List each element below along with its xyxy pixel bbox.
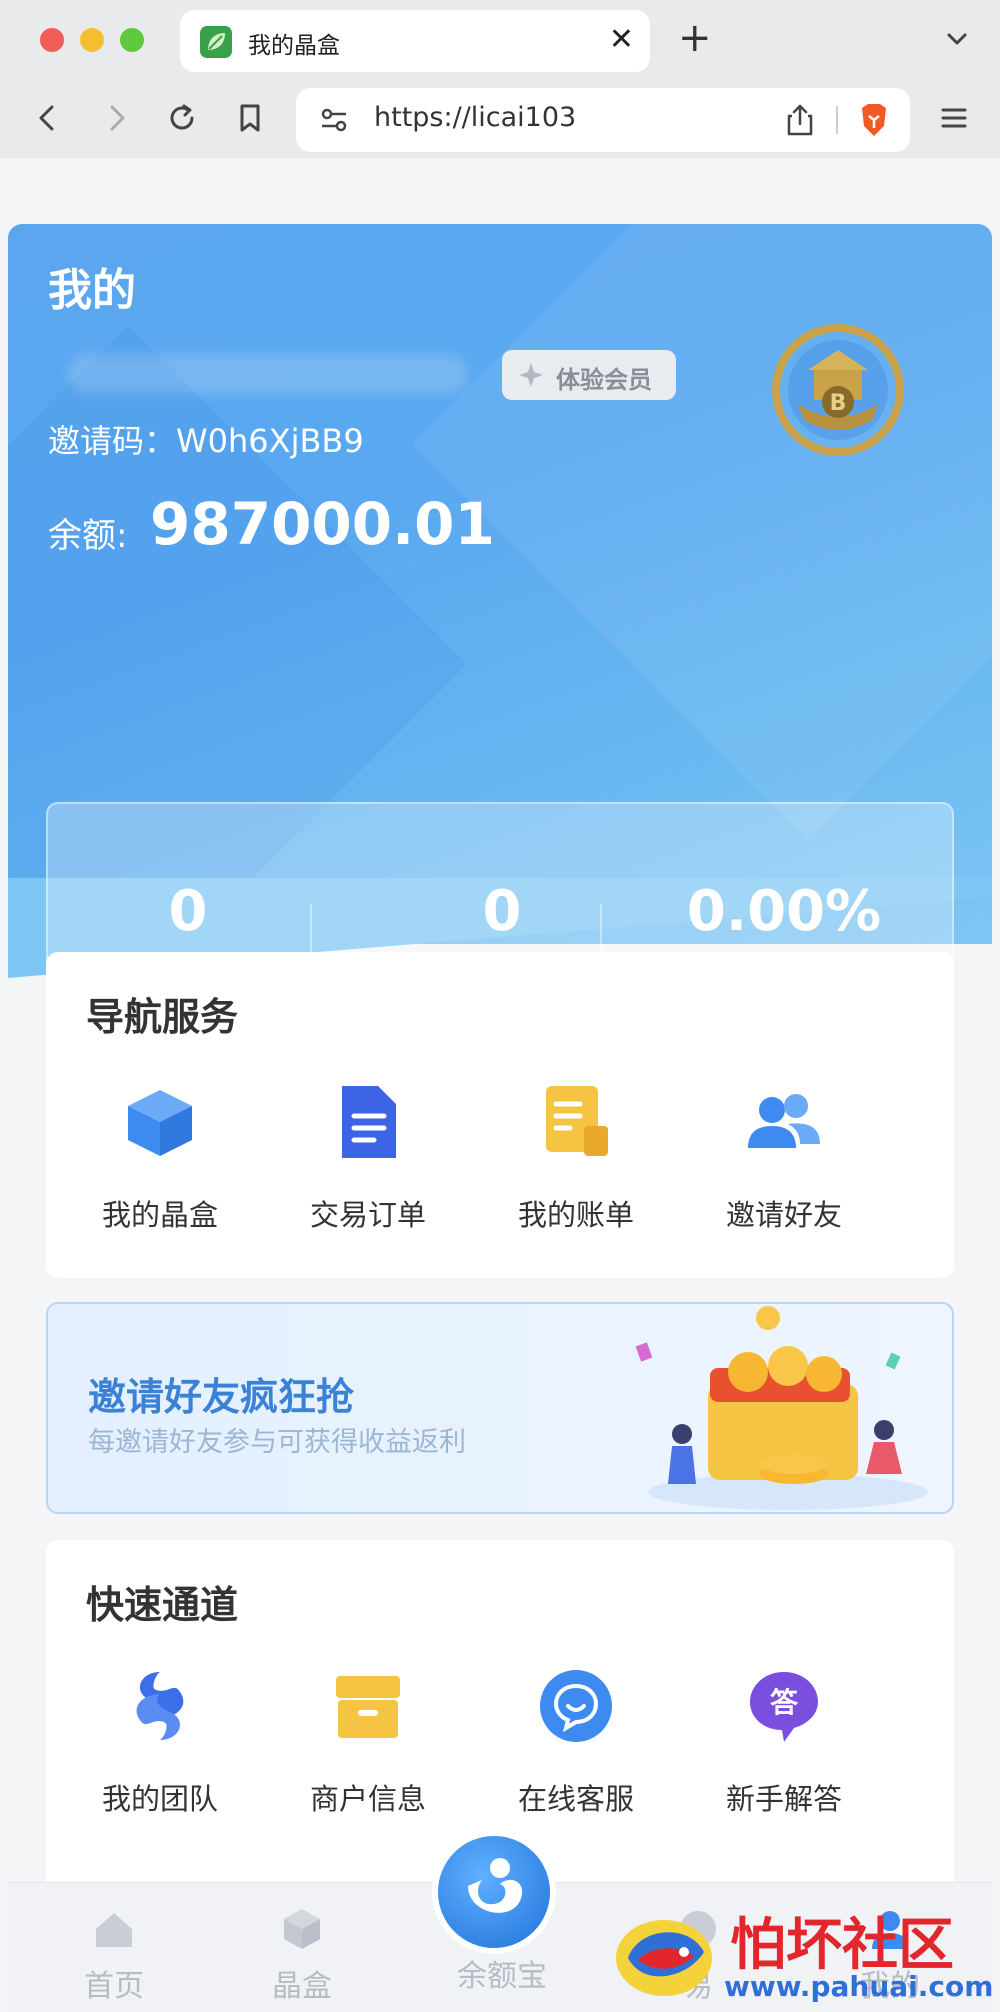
nav-item-label: 邀请好友 (725, 1198, 842, 1232)
forward-icon[interactable] (96, 98, 136, 138)
url-text[interactable]: https://licai103 (374, 102, 576, 133)
cube-icon (284, 1909, 320, 1949)
blurred-username (68, 354, 468, 394)
invite-banner[interactable]: 邀请好友疯狂抢 每邀请好友参与可获得收益返利 (46, 1302, 954, 1514)
new-tab-button[interactable]: + (678, 16, 712, 60)
watermark: 怕坏社区 www.pahuai.com (600, 1900, 1000, 2012)
nav-services-card: 导航服务 我的晶盒 交易订单 我的账单 邀请好友 (46, 952, 954, 1278)
nav-tab-home[interactable]: 首页 (44, 1905, 184, 2005)
nav-item-my-bill[interactable]: 我的账单 (476, 1082, 676, 1234)
reload-icon[interactable] (162, 98, 202, 138)
section-title: 快速通道 (86, 1583, 239, 1627)
tab-title: 我的晶盒 (248, 33, 340, 59)
close-tab-icon[interactable]: ✕ (609, 22, 634, 58)
browser-tab[interactable]: 我的晶盒 ✕ (180, 10, 650, 72)
quick-item-label: 新手解答 (725, 1782, 842, 1816)
svg-text:答: 答 (770, 1686, 799, 1719)
watermark-url: www.pahuai.com (724, 1970, 994, 2003)
shop-icon (336, 1676, 400, 1738)
bookmark-icon[interactable] (230, 98, 270, 138)
chevron-down-icon[interactable] (940, 22, 974, 56)
browser-tab-bar: 我的晶盒 ✕ + (0, 0, 1000, 80)
swirl-icon (468, 1858, 523, 1913)
page-title: 我的 (48, 265, 136, 316)
diamond-icon (519, 363, 543, 387)
chat-icon (540, 1670, 612, 1742)
nav-tab-label: 余额宝 (457, 1959, 547, 1994)
minimize-window-button[interactable] (80, 28, 104, 52)
svg-text:B: B (830, 391, 847, 416)
share-icon[interactable] (782, 100, 818, 140)
quick-item-label: 我的团队 (101, 1782, 218, 1816)
balance-value: 987000.01 (150, 490, 495, 558)
quick-item-merchant-info[interactable]: 商户信息 (268, 1666, 468, 1818)
answer-icon: 答 (750, 1672, 818, 1742)
zoom-window-button[interactable] (120, 28, 144, 52)
document-icon (342, 1086, 396, 1158)
nav-item-label: 交易订单 (309, 1198, 426, 1232)
home-icon (96, 1913, 132, 1947)
quick-item-label: 在线客服 (517, 1782, 634, 1816)
member-badge: 体验会员 (502, 350, 676, 400)
bitcoin-emblem-icon: B (772, 324, 904, 456)
nav-item-trade-orders[interactable]: 交易订单 (268, 1082, 468, 1234)
nav-item-label: 我的账单 (517, 1198, 634, 1232)
nav-item-invite-friends[interactable]: 邀请好友 (684, 1082, 884, 1234)
nav-item-my-box[interactable]: 我的晶盒 (60, 1082, 260, 1234)
back-icon[interactable] (28, 98, 68, 138)
page-content: 我的 体验会员 B 邀请码：W0h6XjBB9 余额: 987000.01 0 … (0, 158, 1000, 2012)
banner-subtitle: 每邀请好友参与可获得收益返利 (88, 1427, 466, 1458)
quick-item-beginner-answers[interactable]: 答 新手解答 (684, 1666, 884, 1818)
nav-tab-label: 晶盒 (272, 1969, 332, 2004)
quick-item-my-team[interactable]: 我的团队 (60, 1666, 260, 1818)
brave-shield-icon[interactable] (856, 100, 892, 140)
fish-logo-icon (616, 1920, 712, 1996)
balance-label: 余额: (48, 516, 128, 556)
stat-value: 0 (168, 879, 208, 944)
team-icon (136, 1672, 184, 1740)
site-settings-icon[interactable] (316, 102, 352, 138)
decorative-shape (412, 224, 992, 840)
bill-icon (546, 1086, 608, 1156)
quick-item-online-service[interactable]: 在线客服 (476, 1666, 676, 1818)
nav-item-label: 我的晶盒 (101, 1198, 218, 1232)
address-bar[interactable]: https://licai103 (296, 88, 910, 152)
watermark-text: 怕坏社区 (730, 1912, 954, 1978)
banner-title: 邀请好友疯狂抢 (88, 1375, 355, 1419)
balance-center-button[interactable] (432, 1830, 556, 1954)
invite-code: 邀请码：W0h6XjBB9 (48, 422, 364, 460)
nav-tab-balance[interactable]: 余额宝 (432, 1947, 572, 1995)
people-icon (748, 1094, 820, 1148)
nav-tab-box[interactable]: 晶盒 (232, 1905, 372, 2005)
leaf-favicon-icon (200, 26, 232, 58)
member-badge-label: 体验会员 (556, 366, 652, 394)
quick-item-label: 商户信息 (309, 1782, 426, 1816)
menu-icon[interactable] (938, 102, 970, 134)
close-window-button[interactable] (40, 28, 64, 52)
browser-toolbar: https://licai103 (0, 80, 1000, 158)
stat-value: 0.00% (686, 879, 882, 944)
cube-icon (128, 1090, 192, 1156)
nav-tab-label: 首页 (84, 1969, 144, 2004)
wallet-coins-illustration-icon (635, 1306, 928, 1510)
url-divider (836, 106, 838, 134)
section-title: 导航服务 (86, 995, 239, 1039)
